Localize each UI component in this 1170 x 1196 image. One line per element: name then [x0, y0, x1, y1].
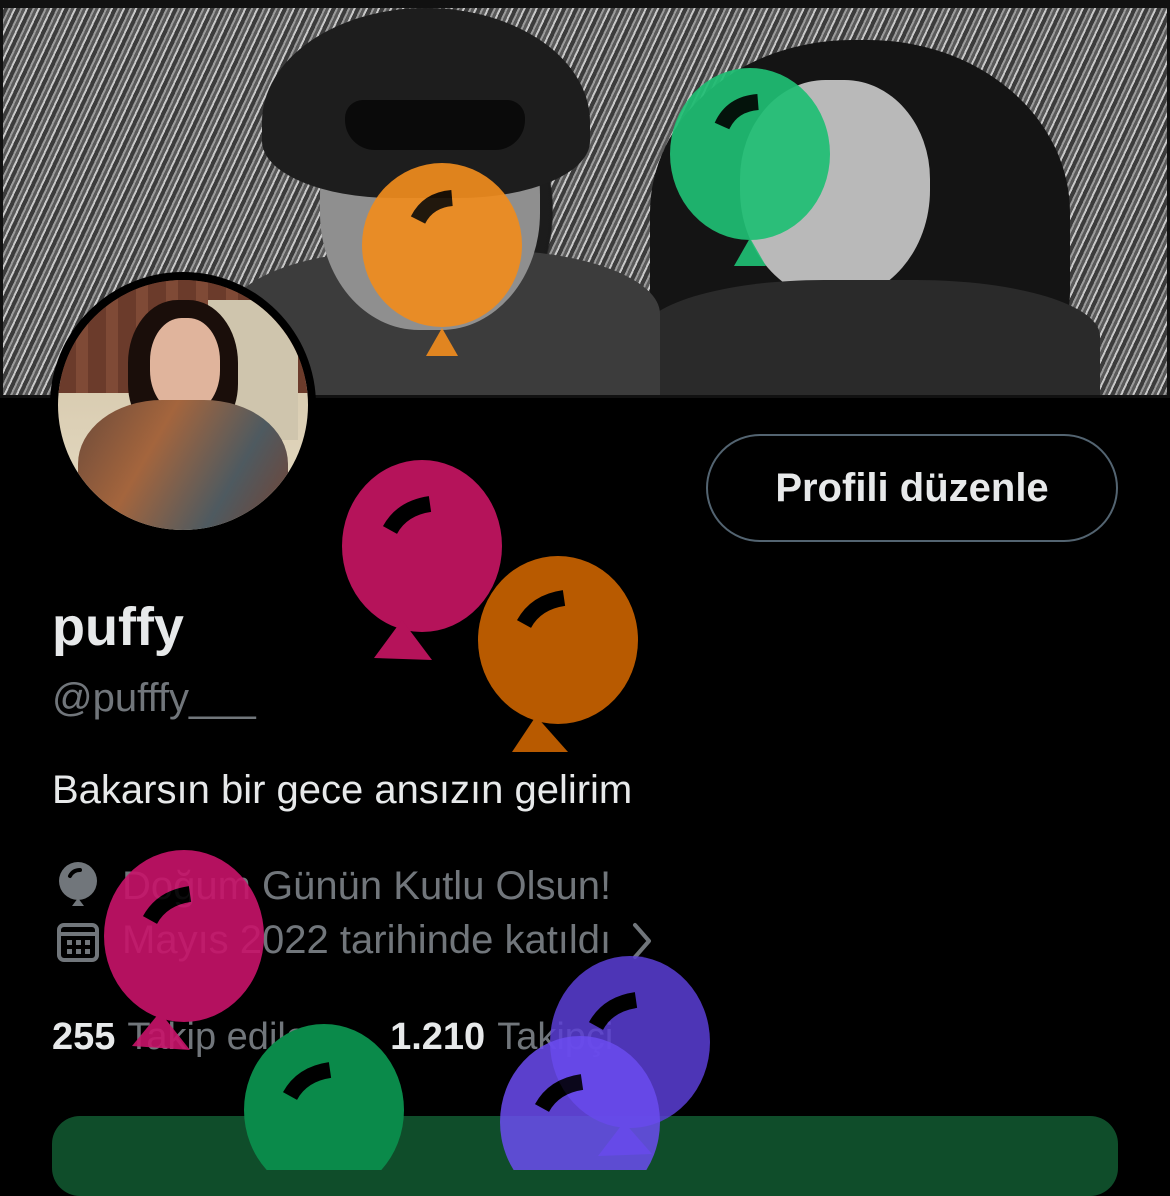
balloon-rust-icon: [478, 556, 638, 752]
balloon-green-icon: [670, 68, 830, 266]
avatar-photo-face: [150, 318, 220, 413]
chevron-right-icon[interactable]: [629, 921, 655, 961]
profile-name: puffy: [52, 597, 184, 657]
edit-profile-button[interactable]: Profili düzenle: [706, 434, 1118, 542]
avatar-photo: [58, 280, 308, 530]
avatar-photo-body: [78, 400, 288, 530]
calendar-icon: [57, 922, 99, 962]
balloon-teal-icon: [244, 1024, 404, 1170]
profile-bio: Bakarsın bir gece ansızın gelirim: [52, 768, 633, 812]
balloon-icon: [59, 862, 97, 906]
balloon-violet-icon: [500, 1036, 660, 1170]
balloon-orange-icon: [362, 163, 522, 356]
profile-avatar[interactable]: [50, 272, 316, 538]
profile-handle: @pufffy___: [52, 676, 256, 720]
